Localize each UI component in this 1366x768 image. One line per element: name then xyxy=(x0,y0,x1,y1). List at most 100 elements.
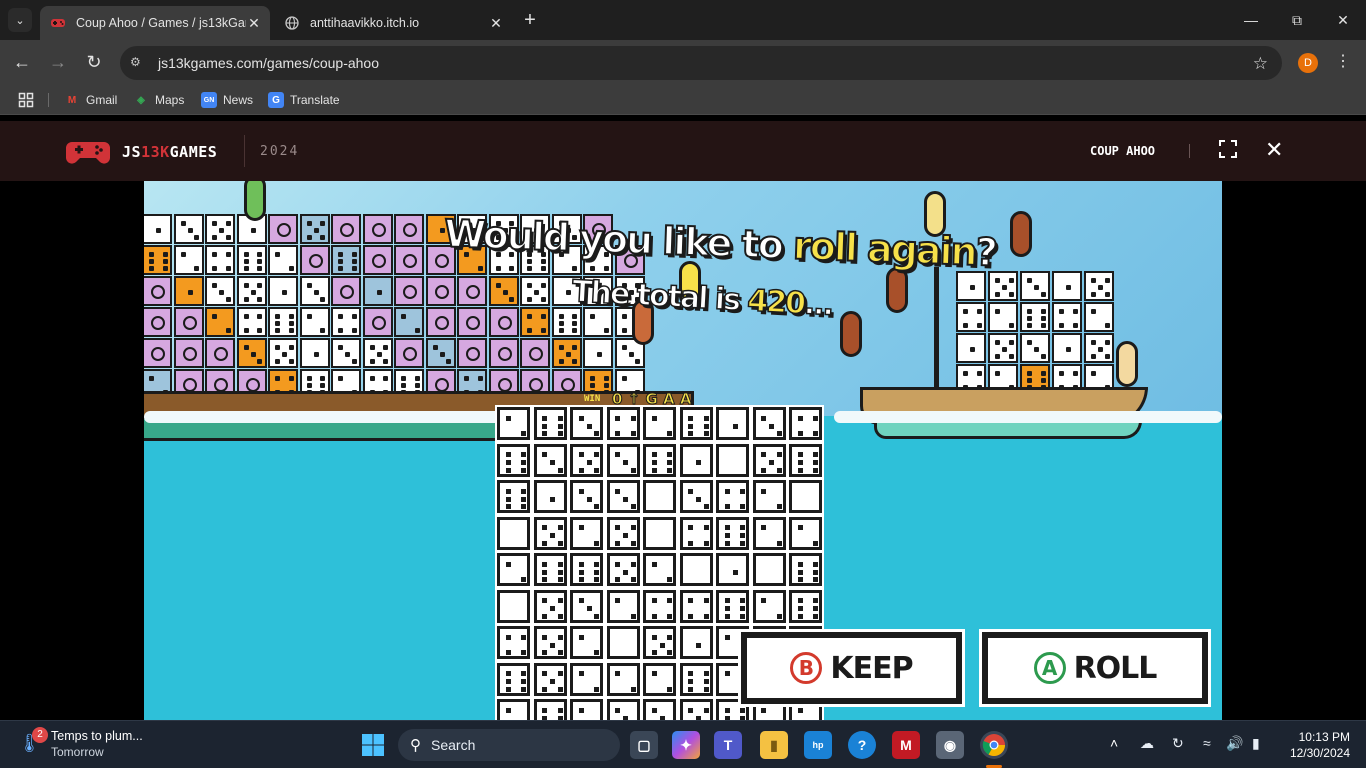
roll-button[interactable]: A ROLL xyxy=(982,632,1208,704)
grid-die[interactable] xyxy=(750,478,788,515)
grid-die[interactable] xyxy=(604,441,642,479)
grid-die[interactable] xyxy=(714,587,751,625)
address-bar[interactable]: ⚙ js13kgames.com/games/coup-ahoo ☆ xyxy=(120,46,1282,80)
grid-die[interactable] xyxy=(495,551,532,588)
grid-die[interactable] xyxy=(750,514,788,552)
grid-die[interactable] xyxy=(787,587,824,625)
grid-die[interactable] xyxy=(750,551,788,588)
grid-die[interactable] xyxy=(604,405,642,442)
grid-die[interactable] xyxy=(750,587,788,625)
grid-die[interactable] xyxy=(568,478,605,515)
grid-die[interactable] xyxy=(714,551,751,588)
tab-itch[interactable]: anttihaavikko.itch.io ✕ xyxy=(274,6,512,40)
file-explorer-icon[interactable]: ▮ xyxy=(760,731,788,759)
taskbar-search[interactable]: ⚲ Search xyxy=(398,729,620,761)
chevron-up-icon[interactable]: ˄ xyxy=(1110,735,1118,751)
grid-die[interactable] xyxy=(641,405,678,442)
grid-die[interactable] xyxy=(641,697,678,720)
grid-die[interactable] xyxy=(677,624,715,661)
grid-die[interactable] xyxy=(677,478,715,515)
back-button[interactable]: ← xyxy=(10,50,34,74)
grid-die[interactable] xyxy=(568,551,605,588)
windows-start-icon[interactable] xyxy=(361,733,385,757)
grid-die[interactable] xyxy=(568,624,605,661)
grid-die[interactable] xyxy=(568,441,605,479)
grid-die[interactable] xyxy=(677,697,715,720)
grid-die[interactable] xyxy=(604,587,642,625)
grid-die[interactable] xyxy=(677,405,715,442)
grid-die[interactable] xyxy=(531,551,569,588)
grid-die[interactable] xyxy=(495,405,532,442)
grid-die[interactable] xyxy=(531,478,569,515)
grid-die[interactable] xyxy=(787,441,824,479)
grid-die[interactable] xyxy=(604,514,642,552)
grid-die[interactable] xyxy=(495,514,532,552)
forward-button[interactable]: → xyxy=(46,50,70,74)
game-canvas[interactable]: WIN 0 ↑ G A A Would you like to roll aga… xyxy=(144,181,1222,720)
apps-grid-icon[interactable] xyxy=(18,91,34,109)
grid-die[interactable] xyxy=(604,697,642,720)
grid-die[interactable] xyxy=(641,441,678,479)
grid-die[interactable] xyxy=(677,514,715,552)
site-brand[interactable]: JS13KGAMES xyxy=(122,143,217,161)
grid-die[interactable] xyxy=(531,514,569,552)
bookmark-gmail[interactable]: M Gmail xyxy=(64,91,118,109)
system-clock[interactable]: 10:13 PM 12/30/2024 xyxy=(1280,729,1350,761)
kebab-menu-icon[interactable]: ⋮ xyxy=(1335,51,1351,71)
grid-die[interactable] xyxy=(714,405,751,442)
copilot-icon[interactable]: ✦ xyxy=(672,731,700,759)
grid-die[interactable] xyxy=(787,405,824,442)
volume-icon[interactable]: 🔊 xyxy=(1226,735,1243,752)
grid-die[interactable] xyxy=(604,660,642,698)
grid-die[interactable] xyxy=(787,551,824,588)
profile-avatar[interactable]: D xyxy=(1298,53,1318,73)
onedrive-icon[interactable]: ☁ xyxy=(1140,735,1154,752)
keep-button[interactable]: B KEEP xyxy=(741,632,962,704)
grid-die[interactable] xyxy=(495,587,532,625)
reload-button[interactable]: ↻ xyxy=(82,50,106,74)
weather-widget[interactable]: 🌡 2 Temps to plum... Tomorrow xyxy=(18,727,198,763)
site-settings-icon[interactable]: ⚙ xyxy=(130,55,146,71)
grid-die[interactable] xyxy=(714,478,751,515)
grid-die[interactable] xyxy=(641,478,678,515)
grid-die[interactable] xyxy=(641,660,678,698)
grid-die[interactable] xyxy=(531,697,569,720)
help-icon[interactable]: ? xyxy=(848,731,876,759)
tab-coup-ahoo[interactable]: Coup Ahoo / Games / js13kGames ✕ xyxy=(40,6,270,40)
minimize-button[interactable]: — xyxy=(1228,0,1274,40)
grid-die[interactable] xyxy=(641,551,678,588)
grid-die[interactable] xyxy=(714,441,751,479)
grid-die[interactable] xyxy=(531,624,569,661)
grid-die[interactable] xyxy=(787,514,824,552)
grid-die[interactable] xyxy=(568,405,605,442)
grid-die[interactable] xyxy=(604,551,642,588)
battery-icon[interactable]: ▮ xyxy=(1252,735,1260,752)
grid-die[interactable] xyxy=(641,514,678,552)
grid-die[interactable] xyxy=(604,478,642,515)
grid-die[interactable] xyxy=(495,697,532,720)
close-game-icon[interactable]: ✕ xyxy=(1265,137,1283,163)
grid-die[interactable] xyxy=(714,514,751,552)
teams-icon[interactable]: T xyxy=(714,731,742,759)
sync-icon[interactable]: ↻ xyxy=(1172,735,1184,752)
grid-die[interactable] xyxy=(641,624,678,661)
grid-die[interactable] xyxy=(568,697,605,720)
grid-die[interactable] xyxy=(495,441,532,479)
mcafee-icon[interactable]: M xyxy=(892,731,920,759)
grid-die[interactable] xyxy=(531,660,569,698)
camera-icon[interactable]: ◉ xyxy=(936,731,964,759)
task-view-icon[interactable]: ▢ xyxy=(630,731,658,759)
grid-die[interactable] xyxy=(677,441,715,479)
grid-die[interactable] xyxy=(750,441,788,479)
grid-die[interactable] xyxy=(641,587,678,625)
grid-die[interactable] xyxy=(495,660,532,698)
grid-die[interactable] xyxy=(568,660,605,698)
tab-close-icon[interactable]: ✕ xyxy=(246,15,262,31)
myhp-icon[interactable]: hp xyxy=(804,731,832,759)
tab-search-button[interactable]: ⌄ xyxy=(8,8,32,32)
tab-close-icon[interactable]: ✕ xyxy=(488,15,504,31)
grid-die[interactable] xyxy=(750,405,788,442)
bookmark-translate[interactable]: G Translate xyxy=(268,91,340,109)
grid-die[interactable] xyxy=(677,551,715,588)
wifi-icon[interactable]: ≈ xyxy=(1203,735,1211,751)
